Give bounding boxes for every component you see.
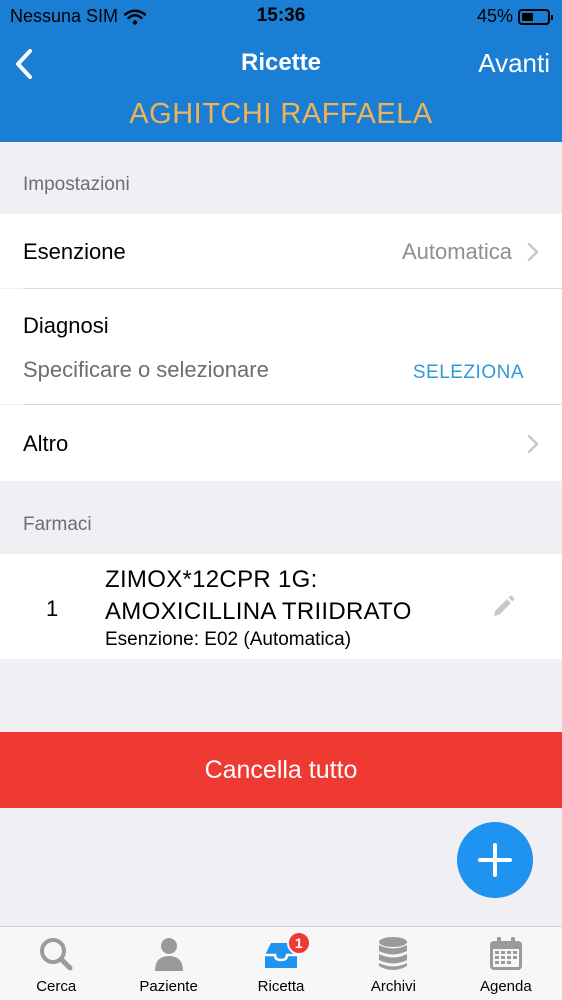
add-button[interactable] xyxy=(457,822,533,898)
search-icon xyxy=(40,938,73,971)
battery-icon xyxy=(518,8,553,25)
person-icon xyxy=(154,938,183,971)
select-diagnosis-button[interactable]: SELEZIONA xyxy=(413,362,524,384)
cancel-all-button[interactable]: Cancella tutto xyxy=(0,732,562,808)
drug-number: 1 xyxy=(46,596,59,621)
drug-exemption: Esenzione: E02 (Automatica) xyxy=(105,629,352,650)
chevron-right-icon xyxy=(527,434,539,454)
navigation-bar: Ricette Avanti AGHITCHI RAFFAELA xyxy=(0,32,562,142)
other-label: Altro xyxy=(23,431,69,456)
tab-patient[interactable]: Paziente xyxy=(112,927,224,1000)
exemption-label: Esenzione xyxy=(23,239,126,264)
drug-name-line2: AMOXICILLINA TRIIDRATO xyxy=(105,598,412,625)
tab-prescription[interactable]: 1 Ricetta xyxy=(225,927,337,1000)
drugs-section-header: Farmaci xyxy=(23,514,92,535)
chevron-right-icon xyxy=(527,242,539,262)
other-row[interactable]: Altro xyxy=(0,405,562,481)
tab-label: Archivi xyxy=(370,978,416,995)
battery-group: 45% xyxy=(476,6,553,27)
next-button[interactable]: Avanti xyxy=(478,48,550,79)
settings-section-header: Impostazioni xyxy=(23,174,130,195)
notification-badge: 1 xyxy=(286,931,311,955)
plus-icon xyxy=(478,843,512,877)
calendar-icon xyxy=(489,937,522,970)
patient-name: AGHITCHI RAFFAELA xyxy=(129,98,433,130)
diagnosis-label: Diagnosi xyxy=(23,313,109,338)
drug-row[interactable]: 1 ZIMOX*12CPR 1G: AMOXICILLINA TRIIDRATO… xyxy=(0,554,562,659)
battery-percent: 45% xyxy=(476,6,513,26)
exemption-value: Automatica xyxy=(401,239,512,264)
tab-search[interactable]: Cerca xyxy=(0,927,112,1000)
tab-bar: Cerca Paziente 1 Ricetta Archivi Agenda xyxy=(0,926,562,1000)
tab-label: Cerca xyxy=(36,978,77,995)
tab-label: Ricetta xyxy=(257,978,305,995)
battery-fill xyxy=(522,12,533,21)
tab-label: Agenda xyxy=(479,978,532,995)
status-bar: Nessuna SIM 15:36 45% xyxy=(0,0,562,32)
tab-agenda[interactable]: Agenda xyxy=(450,927,562,1000)
exemption-row[interactable]: Esenzione Automatica xyxy=(0,214,562,288)
diagnosis-input[interactable]: Specificare o selezionare xyxy=(23,357,269,383)
diagnosis-row: Diagnosi Specificare o selezionare SELEZ… xyxy=(0,289,562,404)
pencil-edit-icon[interactable] xyxy=(490,594,516,620)
database-icon xyxy=(379,937,408,970)
drug-name-line1: ZIMOX*12CPR 1G: xyxy=(105,566,318,593)
tab-archives[interactable]: Archivi xyxy=(337,927,449,1000)
tab-label: Paziente xyxy=(139,978,198,995)
